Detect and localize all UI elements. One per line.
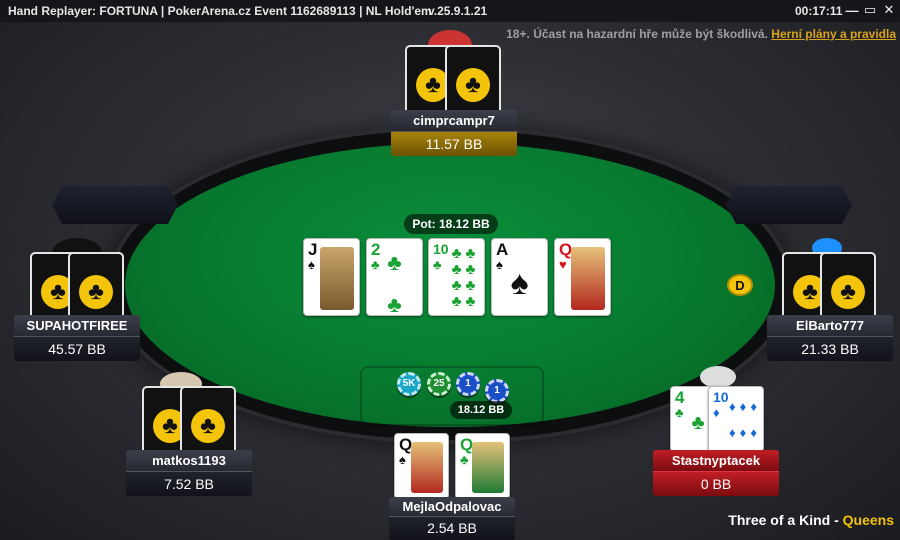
player-plate-left[interactable]: SUPAHOTFIREE 45.57 BB	[14, 315, 140, 361]
rules-link[interactable]: Herní plány a pravidla	[771, 27, 896, 41]
player-stack: 7.52 BB	[126, 472, 252, 496]
player-name: MejlaOdpalovac	[389, 497, 515, 517]
empty-seat-left[interactable]	[52, 186, 178, 224]
club-icon: ♣	[465, 292, 476, 310]
diamond-icon: ♦	[713, 405, 720, 420]
board-card-2: 2 ♣ ♣ ♣	[366, 238, 423, 316]
dealer-button: D	[727, 274, 753, 296]
diamond-icon: ♦	[750, 398, 757, 414]
queen-face-icon	[571, 247, 605, 310]
diamond-pips: ♦ ♦ ♦ ♦ ♦ ♦	[727, 393, 759, 445]
card-rank: A	[496, 240, 509, 259]
club-icon: ♣	[460, 452, 469, 467]
player-plate-bottom-left[interactable]: matkos1193 7.52 BB	[126, 450, 252, 496]
diamond-icon: ♦	[729, 398, 736, 414]
shown-card-2: 10 ♦ ♦ ♦ ♦ ♦ ♦ ♦	[708, 386, 764, 452]
chip-icon: 25	[427, 372, 451, 396]
queen-face-icon	[472, 442, 504, 493]
heart-icon: ♥	[559, 257, 567, 272]
maximize-button[interactable]: ▭	[862, 2, 878, 18]
spade-icon: ♠	[308, 257, 315, 272]
gambling-notice: 18+. Účast na hazardní hře může být škod…	[506, 27, 896, 41]
club-pips: ♣ ♣ ♣ ♣ ♣ ♣ ♣ ♣	[447, 245, 480, 309]
board-card-3: 10 ♣ ♣ ♣ ♣ ♣ ♣ ♣ ♣ ♣	[428, 238, 485, 316]
version-label: v.25.9.1.21	[428, 4, 488, 18]
jack-face-icon	[320, 247, 354, 310]
player-stack: 0 BB	[653, 472, 779, 496]
empty-seat-right[interactable]	[726, 186, 852, 224]
board-card-4: A ♠ ♠	[491, 238, 548, 316]
board-card-5: Q ♥	[554, 238, 611, 316]
player-plate-top[interactable]: cimprcampr7 11.57 BB	[391, 110, 517, 156]
close-button[interactable]: ✕	[881, 2, 897, 18]
player-name: SUPAHOTFIREE	[14, 315, 140, 337]
club-logo-icon: ♣	[456, 68, 490, 102]
player-name: Stastnyptacek	[653, 450, 779, 472]
player-plate-bottom[interactable]: MejlaOdpalovac 2.54 BB	[389, 497, 515, 540]
hole-card-1: Q ♠	[394, 433, 449, 499]
club-icon: ♣	[433, 257, 442, 272]
title-bar: Hand Replayer: FORTUNA | PokerArena.cz E…	[0, 0, 900, 22]
hand-result: Three of a Kind - Queens	[728, 512, 894, 528]
gambling-warning-text: 18+. Účast na hazardní hře může být škod…	[506, 27, 768, 41]
minimize-button[interactable]: —	[844, 2, 860, 18]
club-icon: ♣	[465, 260, 476, 278]
diamond-icon: ♦	[739, 424, 747, 440]
avatar	[700, 366, 736, 388]
player-stack: 45.57 BB	[14, 337, 140, 361]
pot-label: Pot: 18.12 BB	[404, 214, 498, 234]
player-stack: 2.54 BB	[389, 517, 515, 540]
club-icon: ♣	[451, 244, 462, 262]
chip-amount: 18.12 BB	[450, 401, 512, 419]
club-logo-icon: ♣	[79, 275, 113, 309]
hand-result-prefix: Three of a Kind -	[728, 512, 843, 528]
player-stack: 21.33 BB	[767, 337, 893, 361]
club-icon: ♣	[465, 244, 476, 262]
spade-icon: ♠	[510, 264, 529, 302]
player-stack: 11.57 BB	[391, 132, 517, 156]
chip-icon: 5K	[397, 372, 421, 396]
player-name: ElBarto777	[767, 315, 893, 337]
spade-icon: ♠	[399, 452, 406, 467]
player-name: cimprcampr7	[391, 110, 517, 132]
club-logo-icon: ♣	[831, 275, 865, 309]
felt-logo	[360, 366, 544, 426]
club-icon: ♣	[451, 292, 462, 310]
card-rank: 4	[675, 388, 685, 407]
card-rank: J	[308, 240, 318, 259]
player-name: matkos1193	[126, 450, 252, 472]
club-icon: ♣	[451, 260, 462, 278]
club-icon: ♣	[387, 250, 402, 275]
diamond-icon: ♦	[750, 424, 757, 440]
club-icon: ♣	[387, 292, 402, 316]
diamond-icon: ♦	[729, 424, 736, 440]
club-logo-icon: ♣	[191, 409, 225, 443]
chip-icon: 1	[485, 379, 509, 403]
player-plate-bottom-right[interactable]: Stastnyptacek 0 BB	[653, 450, 779, 496]
player-plate-right[interactable]: ElBarto777 21.33 BB	[767, 315, 893, 361]
queen-face-icon	[411, 442, 443, 493]
club-icon: ♣	[451, 276, 462, 294]
hole-card-2: Q ♣	[455, 433, 510, 499]
club-icon: ♣	[465, 276, 476, 294]
board-card-1: J ♠	[303, 238, 360, 316]
clock: 00:17:11	[795, 4, 843, 18]
diamond-icon: ♦	[739, 398, 747, 414]
chip-icon: 1	[456, 372, 480, 396]
hand-result-highlight: Queens	[842, 512, 894, 528]
